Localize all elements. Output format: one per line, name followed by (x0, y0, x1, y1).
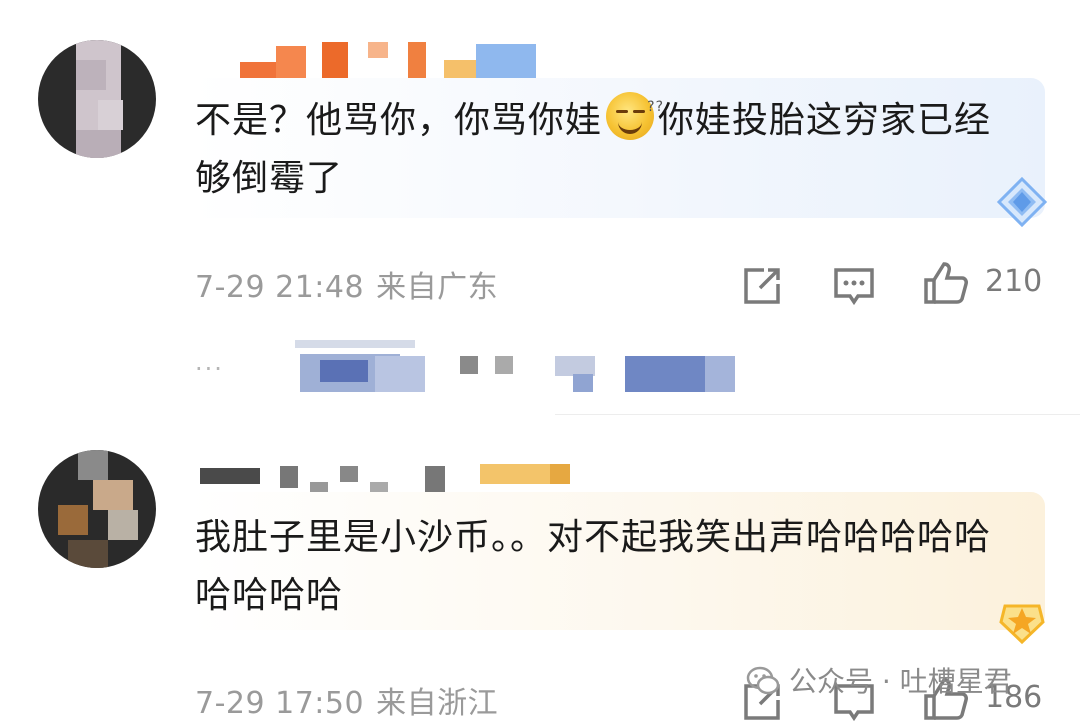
gold-star-badge-icon (999, 604, 1045, 645)
comment-text: 我肚子里是小沙币。。对不起我笑出声哈哈哈哈哈哈哈哈哈 (195, 517, 992, 616)
comment-meta: 7-29 17:50 来自浙江 (195, 678, 510, 722)
divider (555, 414, 1080, 415)
reply-preview[interactable]: ... (195, 340, 795, 400)
watermark-text: 公众号 · 吐槽星君 (789, 665, 1012, 698)
watermark: 公众号 · 吐槽星君 (745, 660, 1012, 708)
comment-2: 我肚子里是小沙币。。对不起我笑出声哈哈哈哈哈哈哈哈哈 7-29 17:50 来自浙… (0, 0, 1080, 722)
avatar[interactable] (38, 450, 156, 568)
comment-location: 来自浙江 (376, 686, 499, 721)
wechat-icon (746, 666, 780, 695)
reply-dots: ... (195, 348, 224, 376)
comment-time: 7-29 17:50 (195, 686, 365, 721)
